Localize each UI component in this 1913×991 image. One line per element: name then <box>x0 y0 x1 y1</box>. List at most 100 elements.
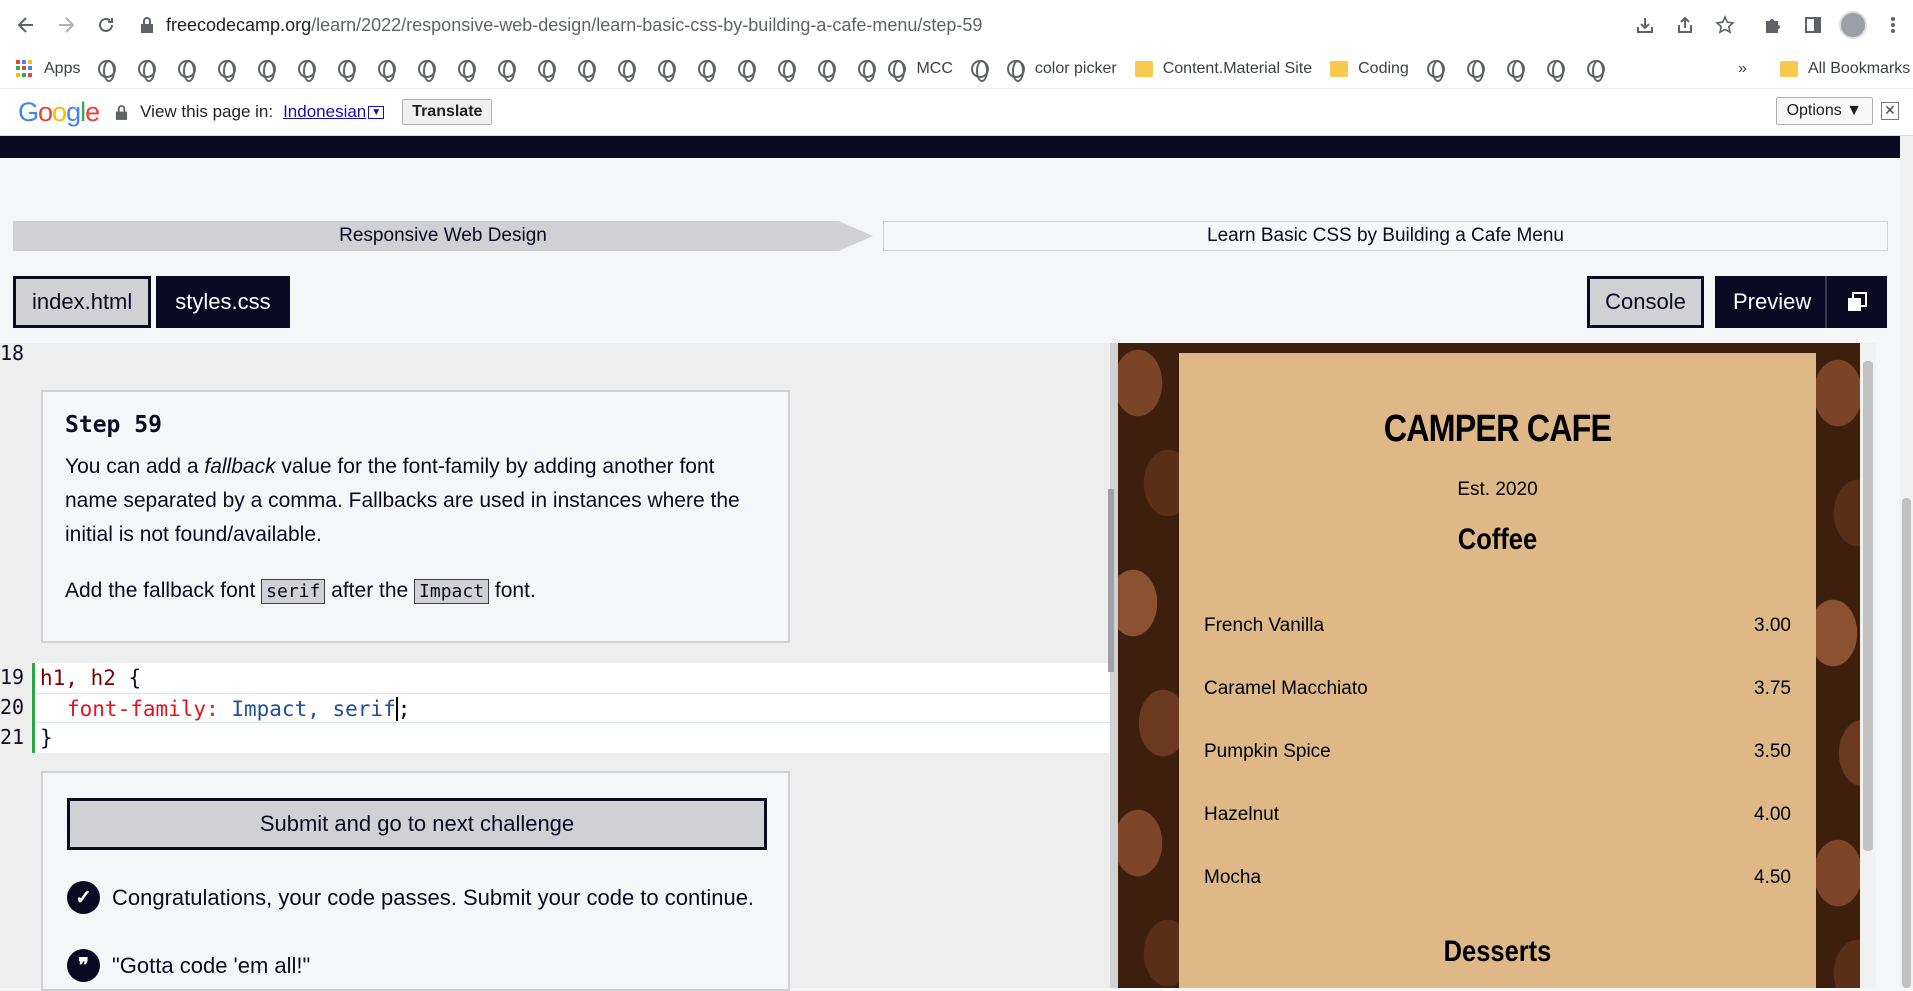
url-text: freecodecamp.org/learn/2022/responsive-w… <box>166 15 982 36</box>
side-panel-button[interactable] <box>1793 5 1833 45</box>
install-button[interactable] <box>1625 5 1665 45</box>
bookmark-globe-18[interactable] <box>778 59 797 82</box>
bookmark-globe-12[interactable] <box>538 59 557 82</box>
bookmark-mcc[interactable]: MCC <box>888 59 953 82</box>
bookmark-globe-11[interactable] <box>498 59 517 82</box>
code-value: Impact, serif <box>218 697 396 721</box>
back-button[interactable] <box>6 5 46 45</box>
globe-icon <box>1546 59 1565 82</box>
url-field[interactable]: freecodecamp.org/learn/2022/responsive-w… <box>140 8 1610 42</box>
checkmark-icon: ✓ <box>67 881 100 914</box>
popout-icon[interactable] <box>1825 276 1887 328</box>
lock-icon[interactable] <box>140 17 154 33</box>
preview-scrollbar-thumb[interactable] <box>1863 361 1873 851</box>
translate-close-button[interactable]: ✕ <box>1881 102 1899 120</box>
code-line-19[interactable]: h1, h2 { <box>35 663 1110 693</box>
globe-icon <box>1426 59 1445 82</box>
bookmark-apps[interactable]: Apps <box>16 59 80 78</box>
puzzle-icon <box>1766 18 1780 33</box>
bookmark-globe-19[interactable] <box>818 59 837 82</box>
bookmark-globe-3[interactable] <box>178 59 197 82</box>
bookmark-globe-2[interactable] <box>138 59 157 82</box>
page-scrollbar[interactable] <box>1900 136 1913 988</box>
globe-icon <box>658 59 677 82</box>
breadcrumb-block[interactable]: Learn Basic CSS by Building a Cafe Menu <box>883 221 1888 251</box>
bookmark-globe-1[interactable] <box>98 59 117 82</box>
code-serif: serif <box>261 579 326 604</box>
success-text: Congratulations, your code passes. Submi… <box>112 884 755 910</box>
language-select[interactable]: Indonesian <box>283 102 366 122</box>
reload-button[interactable] <box>86 5 126 45</box>
item-price: 3.75 <box>1754 678 1791 699</box>
more-bookmarks-chevron: » <box>1738 59 1747 77</box>
globe-icon <box>618 59 637 82</box>
share-button[interactable] <box>1665 5 1705 45</box>
globe-icon <box>970 59 989 82</box>
dropdown-arrow-icon[interactable]: ▼ <box>368 105 385 119</box>
bookmark-coding[interactable]: Coding <box>1330 60 1409 78</box>
all-bookmarks-button[interactable]: All Bookmarks <box>1780 60 1910 78</box>
bookmark-globe-5[interactable] <box>258 59 277 82</box>
tab-index-html[interactable]: index.html <box>13 276 152 328</box>
bookmark-globe-13[interactable] <box>578 59 597 82</box>
globe-icon <box>418 59 437 82</box>
bookmark-globe-17[interactable] <box>738 59 757 82</box>
bookmark-globe-6[interactable] <box>298 59 317 82</box>
instr-p2-c: font. <box>489 579 536 602</box>
code-line-20[interactable]: font-family: Impact, serif; <box>35 693 1110 723</box>
bookmark-globe-22[interactable] <box>1426 59 1445 82</box>
preview-pane: CAMPER CAFE Est. 2020 Coffee French Vani… <box>1118 343 1876 988</box>
bookmark-content-material[interactable]: Content.Material Site <box>1134 59 1313 78</box>
globe-icon <box>1506 59 1525 82</box>
tab-styles-css[interactable]: styles.css <box>156 276 290 328</box>
instructions-task: Add the fallback font serif after the Im… <box>65 574 766 609</box>
translate-button[interactable]: Translate <box>402 99 493 125</box>
bookmark-globe-23[interactable] <box>1466 59 1485 82</box>
submit-button[interactable]: Submit and go to next challenge <box>67 798 767 850</box>
menu-button[interactable] <box>1873 5 1913 45</box>
bookmark-globe-24[interactable] <box>1506 59 1525 82</box>
globe-icon <box>698 59 717 82</box>
extensions-button[interactable] <box>1753 5 1793 45</box>
bookmark-color-picker[interactable]: color picker <box>1006 59 1117 82</box>
bookmark-globe-9[interactable] <box>418 59 437 82</box>
profile-avatar[interactable] <box>1833 5 1873 45</box>
bookmark-globe-7[interactable] <box>338 59 357 82</box>
globe-icon <box>378 59 397 82</box>
bookmark-globe-25[interactable] <box>1546 59 1565 82</box>
console-button[interactable]: Console <box>1587 276 1704 328</box>
bookmark-globe-10[interactable] <box>458 59 477 82</box>
translate-prompt: View this page in: <box>140 102 274 121</box>
code-brace-open: { <box>115 666 142 690</box>
globe-icon <box>578 59 597 82</box>
bookmark-content-material-label: Content.Material Site <box>1162 59 1313 77</box>
breadcrumb-superblock[interactable]: Responsive Web Design <box>13 221 873 251</box>
bookmark-globe-4[interactable] <box>218 59 237 82</box>
preview-scrollbar[interactable] <box>1860 343 1876 988</box>
bookmark-star-button[interactable] <box>1705 5 1745 45</box>
bookmark-globe-20[interactable] <box>858 59 877 82</box>
globe-icon <box>1466 59 1485 82</box>
item-name: Mocha <box>1204 867 1262 888</box>
translate-options-button[interactable]: Options ▼ <box>1775 97 1873 125</box>
forward-button[interactable] <box>46 5 86 45</box>
bookmark-globe-8[interactable] <box>378 59 397 82</box>
preview-button[interactable]: Preview <box>1715 276 1887 328</box>
menu-item: Pumpkin Spice 3.50 <box>1204 741 1791 804</box>
more-bookmarks-button[interactable]: » <box>1738 60 1747 78</box>
item-price: 4.50 <box>1754 867 1791 888</box>
globe-icon <box>778 59 797 82</box>
item-name: Hazelnut <box>1204 804 1279 825</box>
editor-scrollbar-thumb[interactable] <box>1108 489 1114 672</box>
bookmark-globe-21[interactable] <box>970 59 989 82</box>
bookmark-globe-15[interactable] <box>658 59 677 82</box>
bookmark-globe-14[interactable] <box>618 59 637 82</box>
globe-icon <box>258 59 277 82</box>
page-scrollbar-thumb[interactable] <box>1902 498 1911 988</box>
step-title: Step 59 <box>65 412 162 438</box>
bookmark-globe-16[interactable] <box>698 59 717 82</box>
menu-item: French Vanilla 3.00 <box>1204 615 1791 678</box>
code-line-21[interactable]: } <box>35 723 1110 753</box>
bookmark-globe-26[interactable] <box>1586 59 1605 82</box>
lock-icon <box>116 104 128 120</box>
